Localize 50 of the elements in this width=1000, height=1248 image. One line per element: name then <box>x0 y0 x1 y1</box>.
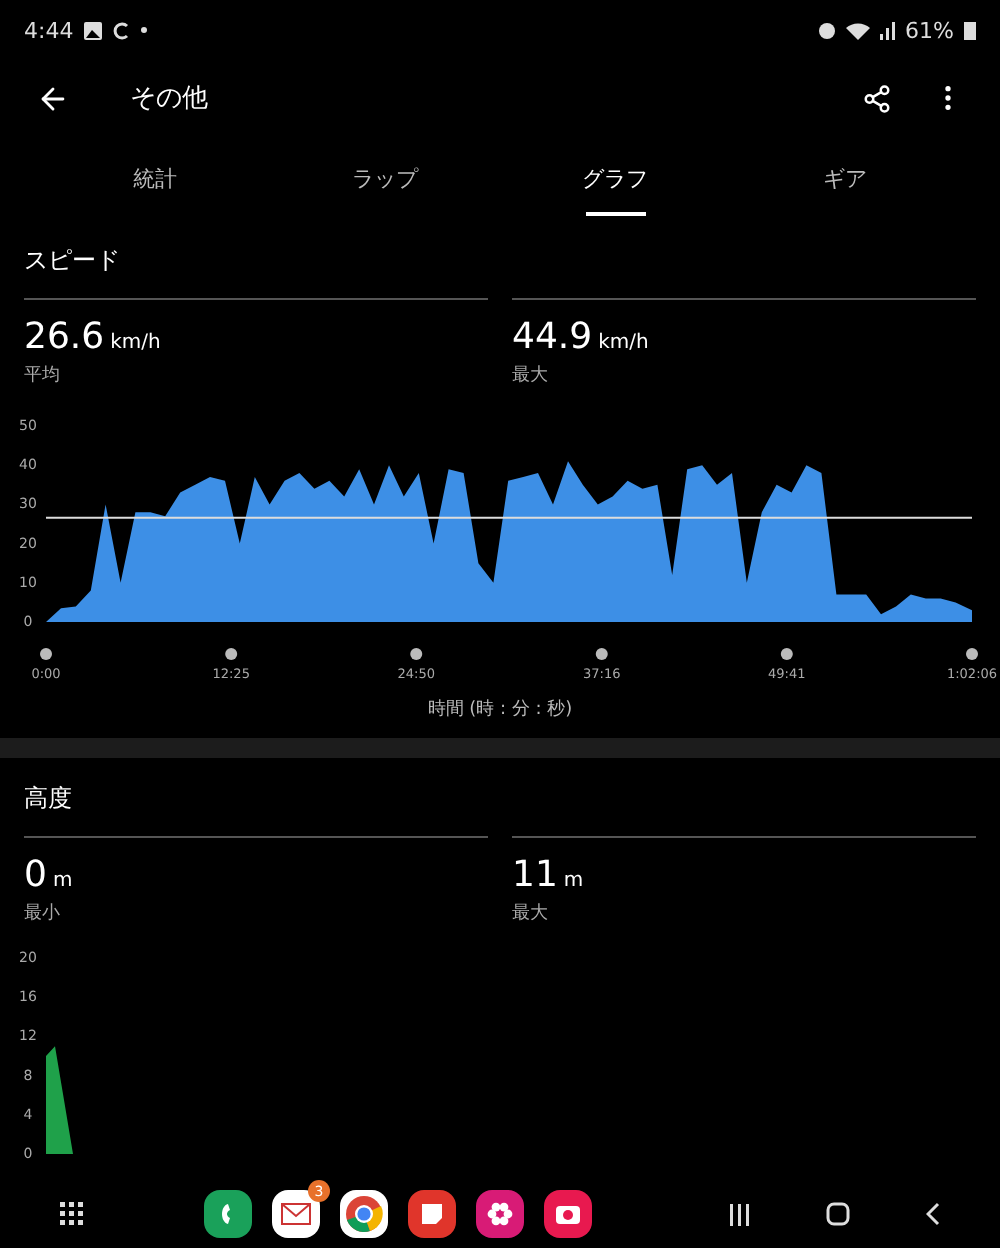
app-icon[interactable] <box>408 1190 456 1238</box>
tick-dot <box>40 648 52 660</box>
x-axis-title: 時間 (時 : 分 : 秒) <box>425 697 575 724</box>
section-title: スピード <box>22 244 122 278</box>
stat-unit: m <box>52 870 73 892</box>
app-icon[interactable] <box>476 1190 524 1238</box>
app-icon[interactable] <box>340 1190 388 1238</box>
altitude-area <box>46 1046 73 1154</box>
wifi-icon <box>845 21 870 39</box>
tab[interactable]: ギア <box>730 136 960 220</box>
stat-label: 最大 <box>512 901 550 926</box>
mail-icon <box>280 1202 312 1226</box>
home-icon[interactable] <box>826 1202 850 1226</box>
stat-unit: m <box>563 870 584 892</box>
app-icon[interactable] <box>204 1190 252 1238</box>
tab[interactable]: グラフ <box>500 136 730 220</box>
tab[interactable]: 統計 <box>40 136 270 220</box>
stat-value: 44.9 <box>512 316 593 358</box>
share-icon[interactable] <box>862 83 892 113</box>
sync-icon <box>111 21 130 39</box>
stat-unit: km/h <box>110 332 161 354</box>
tick-dot <box>780 648 793 660</box>
battery-percent: 61% <box>905 17 954 43</box>
app-icon[interactable] <box>544 1190 592 1238</box>
tick-dot <box>966 648 978 660</box>
status-time: 4:44 <box>24 17 74 43</box>
screen-title: その他 <box>130 82 210 116</box>
tab[interactable]: ラップ <box>270 136 500 220</box>
dot-icon <box>139 26 148 34</box>
recents-icon[interactable] <box>730 1203 750 1225</box>
stat-value: 26.6 <box>24 316 105 358</box>
stat-label: 最大 <box>512 363 550 388</box>
back-nav-icon[interactable] <box>926 1202 940 1226</box>
tick-dot <box>225 648 238 660</box>
flower-icon <box>486 1200 514 1228</box>
stat-label: 平均 <box>24 363 62 388</box>
signal-icon <box>879 21 896 39</box>
stat-unit: km/h <box>598 332 649 354</box>
camera-icon <box>554 1202 582 1226</box>
battery-icon <box>964 20 976 40</box>
apps-grid-icon[interactable] <box>60 1202 84 1226</box>
globe-icon <box>344 1194 384 1234</box>
stat-label: 最小 <box>24 901 62 926</box>
tick-dot <box>410 648 423 660</box>
gallery-icon <box>83 21 102 39</box>
stat-value: 11 <box>512 854 558 896</box>
stat-value: 0 <box>24 854 47 896</box>
tick-dot <box>595 648 608 660</box>
section-title: 高度 <box>22 782 74 816</box>
note-icon <box>420 1202 444 1226</box>
